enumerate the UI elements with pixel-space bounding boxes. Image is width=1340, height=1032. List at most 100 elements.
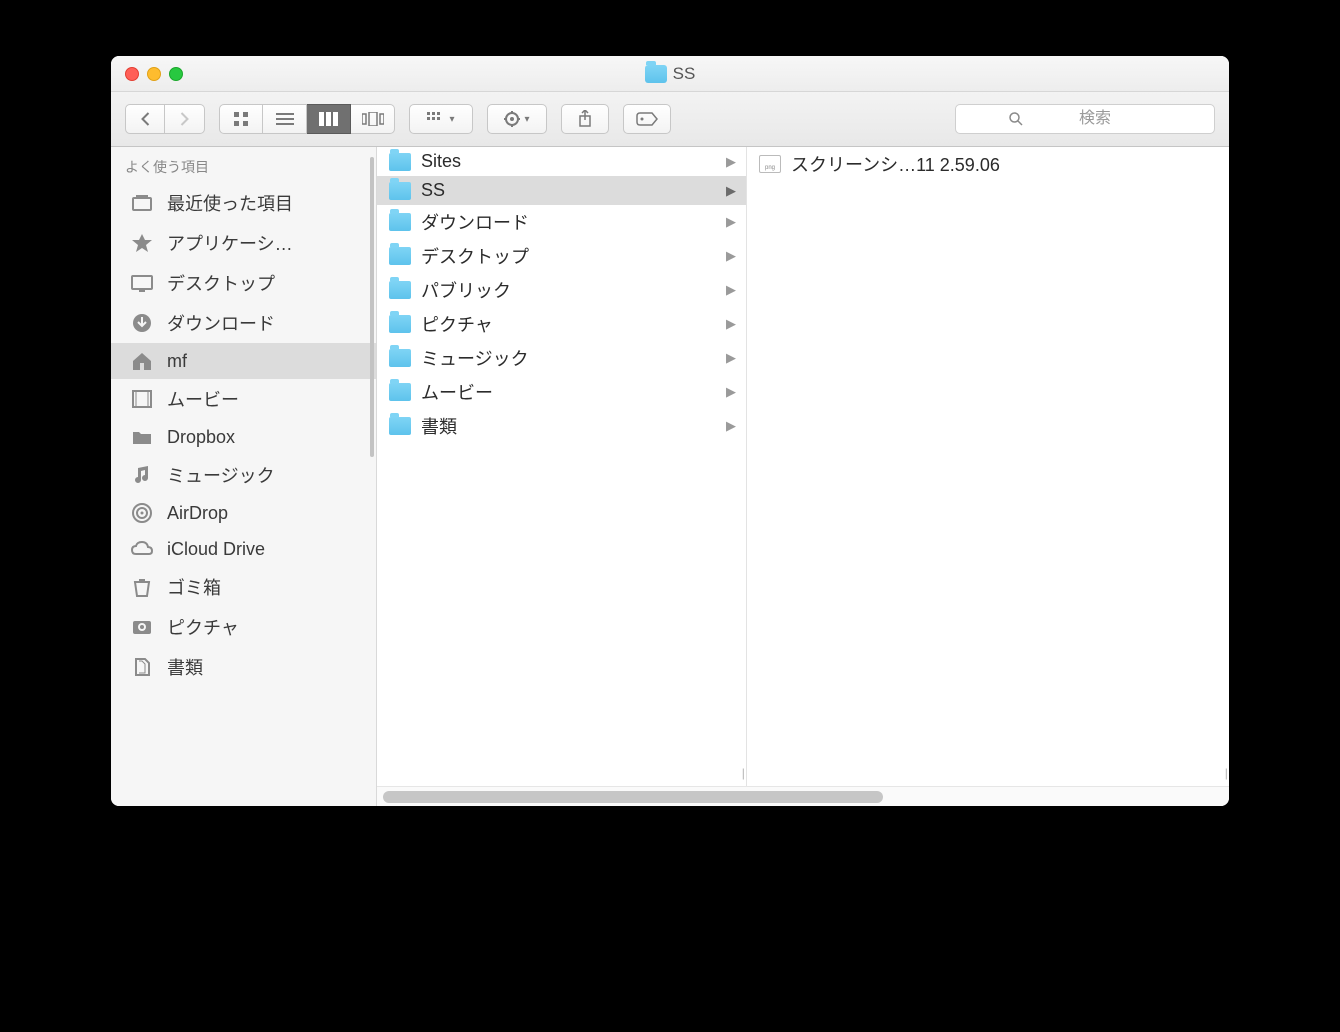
- browser-column[interactable]: Sites▶SS▶ダウンロード▶デスクトップ▶パブリック▶ピクチャ▶ミュージック…: [377, 147, 747, 786]
- chevron-right-icon: ▶: [726, 418, 736, 434]
- chevron-right-icon: ▶: [726, 154, 736, 170]
- sidebar-item[interactable]: AirDrop: [111, 495, 376, 531]
- nav-buttons: [125, 104, 205, 134]
- sidebar-section-favorites: よく使う項目: [111, 147, 376, 183]
- folder-icon: [389, 213, 411, 231]
- sidebar-item[interactable]: ゴミ箱: [111, 567, 376, 607]
- sidebar-item-label: 最近使った項目: [167, 190, 293, 216]
- home-icon: [129, 350, 155, 372]
- minimize-button[interactable]: [147, 67, 161, 81]
- sidebar-item[interactable]: 書類: [111, 647, 376, 687]
- sidebar-item[interactable]: iCloud Drive: [111, 531, 376, 567]
- chevron-right-icon: ▶: [726, 248, 736, 264]
- column-item-label: ムービー: [421, 379, 716, 405]
- sidebar-item[interactable]: ムービー: [111, 379, 376, 419]
- pictures-icon: [129, 616, 155, 638]
- titlebar: SS: [111, 56, 1229, 92]
- share-button[interactable]: [561, 104, 609, 134]
- sidebar-item-label: mf: [167, 351, 187, 372]
- desktop-icon: [129, 272, 155, 294]
- list-view-button[interactable]: [263, 104, 307, 134]
- view-switcher: [219, 104, 395, 134]
- column-item[interactable]: ダウンロード▶: [377, 205, 746, 239]
- close-button[interactable]: [125, 67, 139, 81]
- folder-icon: [645, 65, 667, 83]
- icon-view-button[interactable]: [219, 104, 263, 134]
- column-item-label: ミュージック: [421, 345, 716, 371]
- sidebar-item[interactable]: デスクトップ: [111, 263, 376, 303]
- coverflow-view-button[interactable]: [351, 104, 395, 134]
- folder-icon: [389, 417, 411, 435]
- applications-icon: [129, 232, 155, 254]
- browser-column[interactable]: スクリーンシ…11 2.59.06||: [747, 147, 1229, 786]
- tags-button[interactable]: [623, 104, 671, 134]
- column-browser: Sites▶SS▶ダウンロード▶デスクトップ▶パブリック▶ピクチャ▶ミュージック…: [377, 147, 1229, 806]
- search-input[interactable]: [955, 104, 1215, 134]
- sidebar-item-label: ゴミ箱: [167, 574, 221, 600]
- sidebar-item[interactable]: ダウンロード: [111, 303, 376, 343]
- sidebar-item-label: iCloud Drive: [167, 539, 265, 560]
- airdrop-icon: [129, 502, 155, 524]
- scrollbar-thumb[interactable]: [383, 791, 883, 803]
- column-item[interactable]: SS ▶: [377, 176, 746, 205]
- folder-icon: [389, 349, 411, 367]
- downloads-icon: [129, 312, 155, 334]
- arrange-button[interactable]: ▾: [409, 104, 473, 134]
- sidebar-item-label: AirDrop: [167, 503, 228, 524]
- back-button[interactable]: [125, 104, 165, 134]
- column-item-label: デスクトップ: [421, 243, 716, 269]
- icloud-icon: [129, 538, 155, 560]
- sidebar-item[interactable]: 最近使った項目: [111, 183, 376, 223]
- folder-icon: [389, 383, 411, 401]
- zoom-button[interactable]: [169, 67, 183, 81]
- column-item[interactable]: パブリック ▶: [377, 273, 746, 307]
- column-item-label: ピクチャ: [421, 311, 716, 337]
- search-icon: [1009, 112, 1023, 126]
- column-item-label: ダウンロード: [421, 209, 716, 235]
- sidebar-item-label: アプリケーシ…: [167, 230, 293, 256]
- sidebar[interactable]: よく使う項目 最近使った項目アプリケーシ… デスクトップダウンロード mf ムービー D…: [111, 147, 377, 806]
- movies-icon: [129, 388, 155, 410]
- forward-button[interactable]: [165, 104, 205, 134]
- window-title-text: SS: [673, 64, 696, 84]
- chevron-right-icon: ▶: [726, 384, 736, 400]
- column-item[interactable]: Sites ▶: [377, 147, 746, 176]
- sidebar-item-label: ピクチャ: [167, 614, 239, 640]
- sidebar-item-label: ムービー: [167, 386, 239, 412]
- sidebar-item[interactable]: ピクチャ: [111, 607, 376, 647]
- sidebar-item-label: Dropbox: [167, 427, 235, 448]
- column-item[interactable]: 書類▶: [377, 409, 746, 443]
- column-item-label: SS: [421, 180, 716, 201]
- column-item[interactable]: ピクチャ ▶: [377, 307, 746, 341]
- horizontal-scrollbar[interactable]: [377, 786, 1229, 806]
- folder-icon: [389, 153, 411, 171]
- sidebar-item-label: デスクトップ: [167, 270, 275, 296]
- column-item[interactable]: ムービー ▶: [377, 375, 746, 409]
- documents-icon: [129, 656, 155, 678]
- search-field: [955, 104, 1215, 134]
- sidebar-item[interactable]: Dropbox: [111, 419, 376, 455]
- column-item[interactable]: スクリーンシ…11 2.59.06: [747, 147, 1229, 181]
- trash-icon: [129, 576, 155, 598]
- chevron-right-icon: ▶: [726, 350, 736, 366]
- sidebar-item-label: ダウンロード: [167, 310, 275, 336]
- music-icon: [129, 464, 155, 486]
- folder-icon: [389, 182, 411, 200]
- chevron-right-icon: ▶: [726, 282, 736, 298]
- recents-icon: [129, 192, 155, 214]
- column-item[interactable]: ミュージック ▶: [377, 341, 746, 375]
- image-icon: [759, 155, 781, 173]
- column-view-button[interactable]: [307, 104, 351, 134]
- sidebar-item-label: 書類: [167, 654, 203, 680]
- column-item-label: Sites: [421, 151, 716, 172]
- column-item-label: パブリック: [421, 277, 716, 303]
- sidebar-item[interactable]: アプリケーシ…: [111, 223, 376, 263]
- chevron-right-icon: ▶: [726, 183, 736, 199]
- window-controls: [111, 67, 183, 81]
- column-item[interactable]: デスクトップ ▶: [377, 239, 746, 273]
- sidebar-item[interactable]: mf: [111, 343, 376, 379]
- folder-icon: [389, 281, 411, 299]
- sidebar-item[interactable]: ミュージック: [111, 455, 376, 495]
- chevron-right-icon: ▶: [726, 316, 736, 332]
- action-button[interactable]: ▾: [487, 104, 547, 134]
